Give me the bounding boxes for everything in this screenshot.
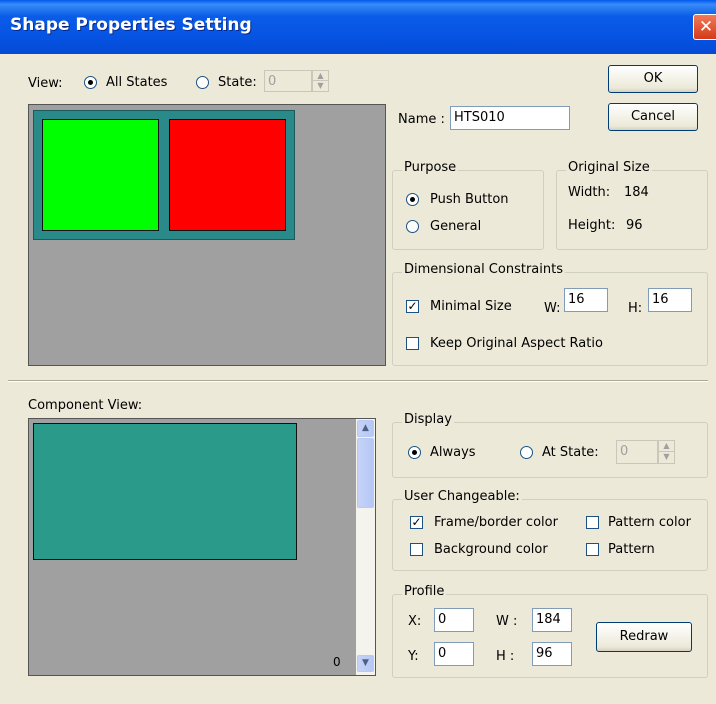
component-scroll-value: 0 [333, 655, 341, 669]
width-value: 184 [624, 185, 649, 200]
min-w-input[interactable]: 16 [564, 288, 608, 312]
profile-w-label: W : [496, 614, 518, 629]
at-state-input[interactable]: 0 [616, 440, 658, 464]
at-state-spin-down-icon[interactable]: ▼ [659, 452, 674, 463]
min-h-input[interactable]: 16 [648, 288, 692, 312]
minimal-size-label[interactable]: Minimal Size [430, 299, 512, 314]
window-title: Shape Properties Setting [10, 15, 252, 35]
height-value: 96 [626, 218, 643, 233]
state-0-shape [42, 119, 159, 231]
keep-aspect-label[interactable]: Keep Original Aspect Ratio [430, 336, 603, 351]
at-state-label[interactable]: At State: [542, 445, 599, 460]
state-radio[interactable] [196, 76, 209, 89]
pattern-color-checkbox[interactable] [586, 516, 599, 529]
name-input[interactable]: HTS010 [450, 106, 570, 130]
state-1-shape [169, 119, 286, 231]
profile-w-input[interactable]: 184 [532, 608, 572, 632]
title-bar[interactable]: Shape Properties Setting ✕ [0, 0, 716, 54]
at-state-spinner[interactable]: ▲ ▼ [658, 440, 675, 464]
push-button-label[interactable]: Push Button [430, 192, 509, 207]
profile-h-label: H : [496, 649, 515, 664]
component-view-panel[interactable]: 0 [28, 418, 376, 676]
pattern-label[interactable]: Pattern [608, 542, 655, 557]
original-size-title: Original Size [566, 160, 652, 175]
component-view-label: Component View: [28, 398, 143, 413]
height-label: Height: [568, 218, 616, 233]
min-w-label: W: [544, 301, 561, 316]
state-label[interactable]: State: [218, 75, 257, 90]
min-h-label: H: [628, 301, 643, 316]
frame-border-color-checkbox[interactable]: ✓ [410, 516, 423, 529]
keep-aspect-checkbox[interactable] [406, 337, 419, 350]
component-shape[interactable] [33, 423, 297, 560]
display-title: Display [402, 412, 454, 427]
pattern-color-label[interactable]: Pattern color [608, 515, 691, 530]
general-radio[interactable] [406, 220, 419, 233]
name-label: Name : [398, 112, 445, 127]
profile-y-label: Y: [408, 649, 419, 664]
at-state-radio[interactable] [520, 446, 533, 459]
purpose-title: Purpose [402, 160, 459, 175]
minimal-size-checkbox[interactable]: ✓ [406, 300, 419, 313]
dimensional-constraints-title: Dimensional Constraints [402, 262, 565, 277]
dimensional-constraints-group [392, 272, 708, 366]
scroll-up-icon[interactable]: ▲ [357, 420, 374, 437]
all-states-radio[interactable] [84, 76, 97, 89]
push-button-radio[interactable] [406, 193, 419, 206]
pattern-checkbox[interactable] [586, 543, 599, 556]
ok-button[interactable]: OK [608, 65, 698, 93]
background-color-checkbox[interactable] [410, 543, 423, 556]
section-divider [8, 380, 708, 382]
profile-y-input[interactable]: 0 [434, 642, 474, 666]
spin-down-icon[interactable]: ▼ [313, 81, 328, 91]
all-states-label[interactable]: All States [106, 75, 167, 90]
state-input[interactable]: 0 [264, 70, 312, 92]
view-label: View: [28, 76, 63, 91]
original-size-group [556, 170, 708, 250]
profile-h-input[interactable]: 96 [532, 642, 572, 666]
width-label: Width: [568, 185, 611, 200]
always-label[interactable]: Always [430, 445, 476, 460]
user-changeable-group [392, 499, 708, 571]
dialog-window: Shape Properties Setting ✕ View: All Sta… [0, 0, 716, 704]
general-label[interactable]: General [430, 219, 481, 234]
scrollbar-thumb[interactable] [357, 438, 374, 508]
close-icon[interactable]: ✕ [693, 14, 716, 40]
redraw-button[interactable]: Redraw [596, 622, 692, 652]
always-radio[interactable] [408, 446, 421, 459]
purpose-group [392, 170, 544, 250]
user-changeable-title: User Changeable: [402, 489, 522, 504]
profile-x-input[interactable]: 0 [434, 608, 474, 632]
frame-border-color-label[interactable]: Frame/border color [434, 515, 558, 530]
component-scrollbar[interactable]: ▲ ▼ [356, 419, 375, 675]
spin-up-icon[interactable]: ▲ [313, 71, 328, 81]
state-spinner[interactable]: ▲ ▼ [312, 70, 329, 92]
scroll-down-icon[interactable]: ▼ [357, 655, 374, 672]
shape-preview-panel[interactable] [28, 104, 386, 366]
at-state-spin-up-icon[interactable]: ▲ [659, 441, 674, 452]
cancel-button[interactable]: Cancel [608, 103, 698, 131]
profile-x-label: X: [408, 614, 422, 629]
profile-title: Profile [402, 584, 447, 599]
background-color-label[interactable]: Background color [434, 542, 548, 557]
